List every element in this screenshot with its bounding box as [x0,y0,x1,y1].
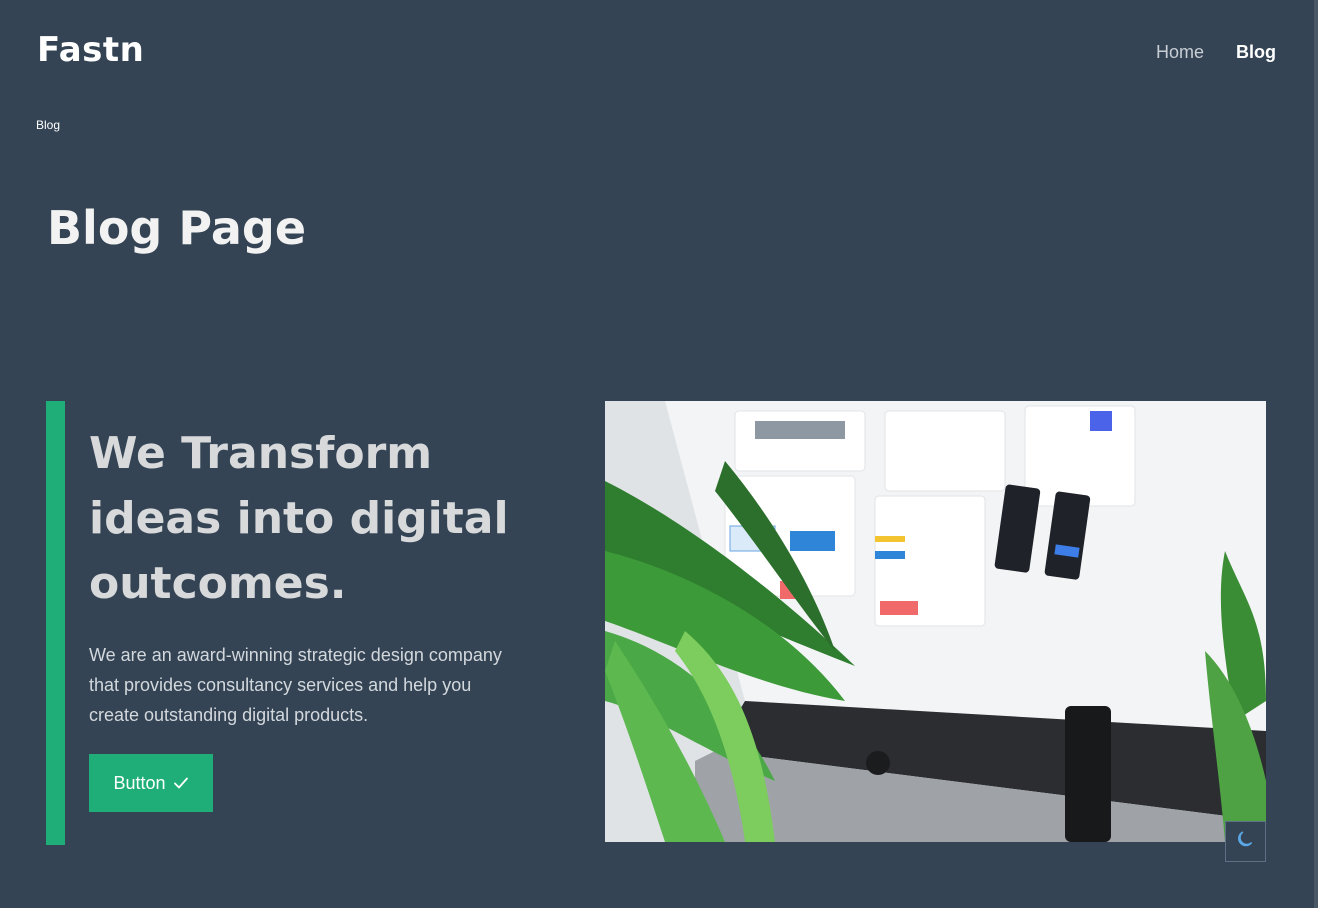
hero-accent-bar [46,401,65,845]
breadcrumb[interactable]: Blog [36,117,60,133]
check-icon [173,775,189,791]
hero-description: We are an award-winning strategic design… [89,645,502,725]
page-title: Blog Page [47,201,307,255]
main-nav: Home Blog [1156,40,1276,64]
moon-icon [1236,829,1256,854]
nav-link-home[interactable]: Home [1156,40,1204,64]
hero-heading: We Transform ideas into digital outcomes… [89,428,509,609]
hero-cta-button-label: Button [113,772,166,793]
site-logo[interactable]: Fastn [37,28,144,72]
theme-toggle-button[interactable] [1225,821,1266,862]
scrollbar[interactable] [1314,0,1318,908]
hero-image [605,401,1266,842]
hero-cta-button[interactable]: Button [89,754,213,812]
nav-link-blog[interactable]: Blog [1236,40,1276,64]
